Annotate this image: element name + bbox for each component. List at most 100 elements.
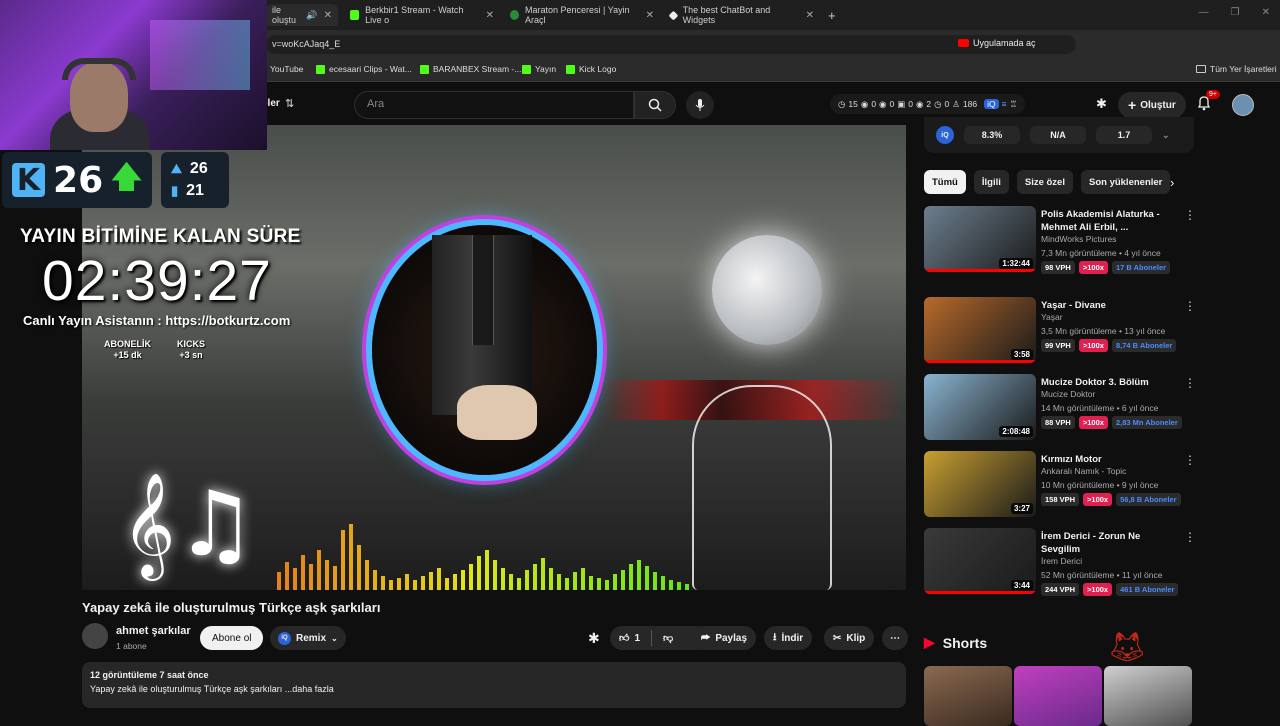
more-options-icon[interactable]: ⋮ <box>1184 299 1196 313</box>
puzzle-icon[interactable]: ✱ <box>1096 96 1107 112</box>
watch-progress-bar <box>924 591 1036 594</box>
subscribe-button[interactable]: Abone ol <box>200 626 264 650</box>
url-field[interactable]: v=woKcAJaq4_E <box>266 35 1076 54</box>
tab-maraton[interactable]: Maraton Penceresi | Yayin Araçl ✕ <box>504 4 660 26</box>
bookmark-baranbex[interactable]: BARANBEX Stream -... <box>420 64 521 74</box>
more-actions-button[interactable]: ⋯ <box>882 626 908 650</box>
equalizer-bar <box>589 576 593 590</box>
equalizer-bar <box>453 574 457 590</box>
equalizer-bar <box>509 574 513 590</box>
download-button[interactable]: ⭳ İndir <box>764 626 813 650</box>
recommendation-channel[interactable]: Mucize Doktor <box>1041 389 1095 399</box>
video-thumbnail[interactable]: 3:58 <box>924 297 1036 363</box>
recommendation-channel[interactable]: Yaşar <box>1041 312 1063 322</box>
list-icon[interactable]: ≡ <box>1002 99 1007 109</box>
short-thumbnail[interactable] <box>1014 666 1102 726</box>
dislike-button[interactable]: 👎︎ <box>663 632 673 644</box>
chevron-right-icon[interactable]: › <box>1170 175 1174 190</box>
close-tab-icon[interactable]: ✕ <box>806 10 814 21</box>
account-avatar[interactable] <box>1232 94 1254 116</box>
channel-avatar[interactable] <box>82 623 108 649</box>
channel-name[interactable]: ahmet şarkılar <box>116 625 191 637</box>
clip-button[interactable]: ✂ Klip <box>824 626 875 650</box>
close-window-icon[interactable]: ✕ <box>1262 7 1270 18</box>
recommendation-channel[interactable]: Ankaralı Namık - Topic <box>1041 466 1126 476</box>
vidiq-icon[interactable]: iQ <box>984 99 999 109</box>
all-bookmarks[interactable]: Tüm Yer İşaretleri <box>1196 64 1277 74</box>
recommendation-item[interactable]: 2:08:48 Mucize Doktor 3. Bölüm Mucize Do… <box>924 374 1196 442</box>
plus-icon: + <box>1128 97 1137 113</box>
equalizer-bar <box>365 560 369 590</box>
like-count: 1 <box>634 632 641 644</box>
chevron-down-icon[interactable]: ⌄ <box>1162 130 1170 141</box>
recommendation-channel[interactable]: MindWorks Pictures <box>1041 234 1116 244</box>
chip-all[interactable]: Tümü <box>924 170 966 194</box>
bookmark-label: BARANBEX Stream -... <box>433 64 522 74</box>
recommendation-item[interactable]: 1:32:44 Polis Akademisi Alaturka - Mehme… <box>924 206 1196 274</box>
chip-for-you[interactable]: Size özel <box>1016 170 1073 194</box>
equalizer-bar <box>517 578 521 590</box>
filter-sliders-icon[interactable]: ⇅ <box>285 97 294 110</box>
chevron-down-icon: ⌄ <box>331 633 338 643</box>
search-input[interactable]: Ara <box>354 91 634 119</box>
video-thumbnail[interactable]: 3:44 <box>924 528 1036 594</box>
puzzle-icon[interactable]: ✱ <box>588 630 600 647</box>
vidiq-badges: 98 VPH >100x 17 B Aboneler <box>1041 261 1171 274</box>
video-thumbnail[interactable]: 1:32:44 <box>924 206 1036 272</box>
bookmark-label: Yayın <box>535 64 557 74</box>
tab-chatbot[interactable]: The best ChatBot and Widgets ✕ <box>664 4 820 26</box>
tie-image <box>472 235 494 345</box>
bookmark-ecesaari[interactable]: ecesaari Clips - Wat... <box>316 64 412 74</box>
like-button[interactable]: 👍︎ 1 <box>619 632 641 645</box>
recommendation-title[interactable]: Kırmızı Motor <box>1041 453 1171 466</box>
open-in-app-button[interactable]: Uygulamada aç <box>958 38 1036 48</box>
recommendation-item[interactable]: 3:58 Yaşar - Divane Yaşar 3,5 Mn görüntü… <box>924 297 1196 365</box>
more-options-icon[interactable]: ⋮ <box>1184 453 1196 467</box>
new-tab-button[interactable]: + <box>822 4 842 26</box>
maximize-icon[interactable]: ❐ <box>1231 7 1240 18</box>
recommendation-title[interactable]: Polis Akademisi Alaturka - Mehmet Ali Er… <box>1041 208 1171 234</box>
recommendation-item[interactable]: 3:44 İrem Derici - Zorun Ne Sevgilim İre… <box>924 528 1196 596</box>
close-tab-icon[interactable]: ✕ <box>324 10 332 21</box>
bookmark-youtube[interactable]: YouTube <box>270 64 303 74</box>
video-thumbnail[interactable]: 3:27 <box>924 451 1036 517</box>
chip-recent[interactable]: Son yüklenenler <box>1080 170 1171 194</box>
filter-chips: Tümü İlgili Size özel Son yüklenenler <box>924 170 1171 194</box>
bookmark-kick-logo[interactable]: Kick Logo <box>566 64 616 74</box>
more-options-icon[interactable]: ⋮ <box>1184 530 1196 544</box>
close-tab-icon[interactable]: ✕ <box>646 10 654 21</box>
recommendation-title[interactable]: İrem Derici - Zorun Ne Sevgilim <box>1041 530 1171 556</box>
recommendation-item[interactable]: 3:27 Kırmızı Motor Ankaralı Namık - Topi… <box>924 451 1196 519</box>
recommendation-title[interactable]: Mucize Doktor 3. Bölüm <box>1041 376 1171 389</box>
more-options-icon[interactable]: ⋮ <box>1184 208 1196 222</box>
more-options-icon[interactable]: ⋮ <box>1184 376 1196 390</box>
close-tab-icon[interactable]: ✕ <box>486 10 494 21</box>
share-button[interactable]: ⮫ Paylaş <box>692 626 757 650</box>
recommendation-title[interactable]: Yaşar - Divane <box>1041 299 1171 312</box>
trophy-icon[interactable]: ♖ <box>1010 99 1018 110</box>
equalizer-bar <box>293 568 297 590</box>
tab-berkbir1[interactable]: Berkbir1 Stream - Watch Live o ✕ <box>344 4 500 26</box>
recommendation-channel[interactable]: İrem Derici <box>1041 556 1082 566</box>
vidiq-badges: 99 VPH >100x 8,74 B Aboneler <box>1041 339 1177 352</box>
short-thumbnail[interactable] <box>1104 666 1192 726</box>
voice-search-button[interactable] <box>686 91 714 119</box>
film-icon: ▣ <box>897 98 906 109</box>
vidiq-icon[interactable]: iQ <box>936 126 954 144</box>
bookmark-yayin[interactable]: Yayın <box>522 64 556 74</box>
chip-related[interactable]: İlgili <box>973 170 1009 194</box>
tab-youtube-video[interactable]: ile oluştu 🔊 ✕ <box>266 4 338 26</box>
thumbs-up-icon: 👍︎ <box>619 633 630 644</box>
video-thumbnail[interactable]: 2:08:48 <box>924 374 1036 440</box>
bonus-label: KICKS <box>177 339 206 349</box>
short-thumbnail[interactable] <box>924 666 1012 726</box>
description-box[interactable]: 12 görüntüleme 7 saat önce Yapay zekâ il… <box>82 662 906 708</box>
remix-button[interactable]: iQ Remix ⌄ <box>270 626 346 650</box>
equalizer-bar <box>565 578 569 590</box>
equalizer-bar <box>661 576 665 590</box>
create-button[interactable]: + Oluştur <box>1118 92 1186 118</box>
search-button[interactable] <box>634 91 676 119</box>
minimize-icon[interactable]: — <box>1199 7 1209 18</box>
recommendation-meta: 52 Mn görüntüleme • 11 yıl önce <box>1041 570 1163 580</box>
timer-title: YAYIN BİTİMİNE KALAN SÜRE <box>20 226 301 247</box>
